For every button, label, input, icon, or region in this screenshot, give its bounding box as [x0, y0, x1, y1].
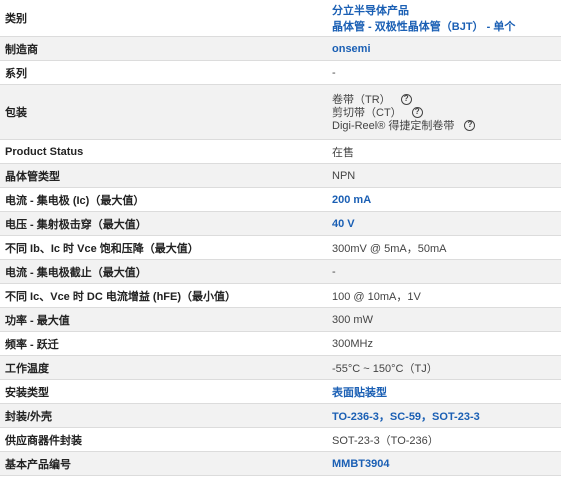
question-circle-icon[interactable]: ?	[400, 93, 412, 105]
question-circle-icon[interactable]: ?	[411, 106, 423, 118]
attr-row-product-status: Product Status 在售	[0, 140, 561, 164]
attr-value: SOT-23-3（TO-236）	[332, 434, 439, 447]
attr-row-transistor-type: 晶体管类型 NPN	[0, 164, 561, 188]
attr-label: 安装类型	[5, 386, 49, 399]
attr-label: 电压 - 集射极击穿（最大值）	[5, 218, 147, 231]
attr-value: NPN	[332, 169, 356, 182]
attr-row-category: 类别 分立半导体产品 晶体管 - 双极性晶体管（BJT） - 单个	[0, 0, 561, 37]
attr-label: 工作温度	[5, 362, 49, 375]
question-circle-icon[interactable]: ?	[464, 119, 476, 131]
packaging-option: Digi-Reel® 得捷定制卷带	[332, 120, 455, 132]
manufacturer-link[interactable]: onsemi	[332, 43, 561, 55]
attr-value: -55°C ~ 150°C（TJ）	[332, 362, 438, 375]
attr-value-link[interactable]: MMBT3904	[332, 458, 561, 470]
attr-value: -	[332, 66, 336, 79]
attr-value: 300mV @ 5mA，50mA	[332, 242, 447, 255]
attr-value-link[interactable]: TO-236-3，SC-59，SOT-23-3	[332, 408, 561, 424]
attr-row-breakdown-voltage: 电压 - 集射极击穿（最大值） 40 V	[0, 212, 561, 236]
attr-label: 供应商器件封装	[5, 434, 82, 447]
subcategory-link[interactable]: 晶体管 - 双极性晶体管（BJT） - 单个	[332, 18, 561, 34]
attr-label: 频率 - 跃迁	[5, 338, 59, 351]
attr-row-dc-gain: 不同 Ic、Vce 时 DC 电流增益 (hFE)（最小值） 100 @ 10m…	[0, 284, 561, 308]
attr-value: 300 mW	[332, 313, 373, 326]
attr-value: 300MHz	[332, 337, 373, 350]
attr-label: Product Status	[5, 145, 84, 158]
attr-row-manufacturer: 制造商 onsemi	[0, 37, 561, 61]
attr-row-base-part-number: 基本产品编号 MMBT3904	[0, 452, 561, 476]
attr-value: 在售	[332, 146, 354, 159]
attr-label: 系列	[5, 67, 27, 80]
attr-row-supplier-package: 供应商器件封装 SOT-23-3（TO-236）	[0, 428, 561, 452]
attr-value-link[interactable]: 表面贴装型	[332, 384, 561, 400]
attr-row-vce-saturation: 不同 Ib、Ic 时 Vce 饱和压降（最大值） 300mV @ 5mA，50m…	[0, 236, 561, 260]
attr-row-power-max: 功率 - 最大值 300 mW	[0, 308, 561, 332]
attr-row-transition-frequency: 频率 - 跃迁 300MHz	[0, 332, 561, 356]
attr-label: 包装	[5, 107, 27, 119]
attr-row-mounting-type: 安装类型 表面贴装型	[0, 380, 561, 404]
attr-label: 电流 - 集电极截止（最大值）	[5, 266, 147, 279]
attr-label: 功率 - 最大值	[5, 314, 70, 327]
attr-label: 不同 Ib、Ic 时 Vce 饱和压降（最大值）	[5, 242, 199, 255]
attr-label: 不同 Ic、Vce 时 DC 电流增益 (hFE)（最小值）	[5, 290, 237, 303]
attr-row-packaging: 包装 卷带（TR）? 剪切带（CT）? Digi-Reel® 得捷定制卷带?	[0, 85, 561, 140]
product-attributes-table: 类别 分立半导体产品 晶体管 - 双极性晶体管（BJT） - 单个 制造商 on…	[0, 0, 561, 476]
attr-label: 类别	[5, 13, 27, 25]
attr-row-package-case: 封装/外壳 TO-236-3，SC-59，SOT-23-3	[0, 404, 561, 428]
attr-label: 制造商	[5, 43, 38, 56]
attr-label: 晶体管类型	[5, 170, 60, 183]
attr-row-collector-cutoff: 电流 - 集电极截止（最大值） -	[0, 260, 561, 284]
attr-value-link[interactable]: 200 mA	[332, 194, 561, 206]
attr-value: -	[332, 265, 336, 278]
attr-value-link[interactable]: 40 V	[332, 218, 561, 230]
attr-row-operating-temp: 工作温度 -55°C ~ 150°C（TJ）	[0, 356, 561, 380]
attr-row-series: 系列 -	[0, 61, 561, 85]
attr-label: 电流 - 集电极 (Ic)（最大值）	[5, 194, 145, 207]
attr-label: 封装/外壳	[5, 410, 53, 423]
attr-label: 基本产品编号	[5, 458, 71, 471]
attr-value: 100 @ 10mA，1V	[332, 290, 421, 303]
category-link[interactable]: 分立半导体产品	[332, 2, 561, 18]
attr-row-collector-current: 电流 - 集电极 (Ic)（最大值） 200 mA	[0, 188, 561, 212]
